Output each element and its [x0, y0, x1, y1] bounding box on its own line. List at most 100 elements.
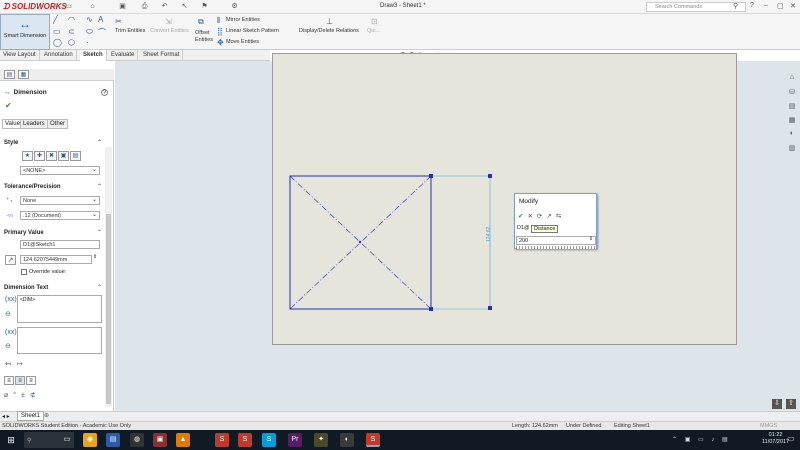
new-file-icon[interactable]: ▭ — [64, 2, 73, 11]
modify-value-input[interactable]: 200 — [516, 236, 596, 245]
property-manager-tab[interactable]: ▦ — [18, 70, 29, 79]
ok-check-icon[interactable]: ✔ — [5, 101, 12, 110]
tab-evaluate[interactable]: Evaluate — [108, 50, 139, 61]
text-icon[interactable]: A — [98, 15, 103, 24]
minimize-icon[interactable]: – — [764, 2, 768, 9]
autodesk-icon[interactable]: ▲ — [176, 433, 190, 447]
undo-icon[interactable]: ↶ — [160, 2, 169, 11]
smart-dimension-button[interactable]: ↔ Smart Dimension — [0, 14, 50, 50]
open-file-icon[interactable]: ⌂ — [88, 2, 97, 11]
units-indicator[interactable]: MMGS — [760, 423, 777, 429]
custom-properties-icon[interactable]: ▥ — [786, 144, 798, 155]
tab-sheet-format[interactable]: Sheet Format — [140, 50, 184, 61]
appearances-icon[interactable]: ◐ — [786, 130, 798, 141]
rebuild-icon[interactable]: ⟳ — [537, 213, 546, 220]
options-icon[interactable]: ⚙ — [230, 2, 239, 11]
line-icon[interactable]: ╱ — [53, 15, 58, 24]
leader-right-icon[interactable]: ↦ — [17, 360, 23, 368]
arc-icon[interactable]: ◠ — [68, 15, 75, 24]
value-spinner-icon[interactable]: ⇕ — [93, 254, 97, 260]
rectangle-icon[interactable]: ▭ — [53, 27, 61, 36]
dimension-text-box-top[interactable]: <DIM> — [17, 295, 102, 323]
save-icon[interactable]: ▣ — [118, 2, 127, 11]
tab-annotation[interactable]: Annotation — [41, 50, 77, 61]
tolerance-type-select[interactable]: None — [20, 196, 100, 205]
align-center-icon[interactable]: ≡ — [15, 376, 25, 385]
leader-left-icon[interactable]: ↤ — [5, 360, 11, 368]
chrome-icon[interactable]: ◉ — [83, 433, 97, 447]
pin-icon[interactable]: ⇩ — [772, 399, 782, 409]
explorer-icon[interactable]: ▤ — [106, 433, 120, 447]
sheet1-tab[interactable]: Sheet1 — [17, 411, 45, 421]
point-icon[interactable]: · — [86, 38, 89, 47]
solidworks-logo[interactable]: ᗪ SOLIDWORKS — [3, 2, 67, 12]
solidworks-resources-icon[interactable]: ⌂ — [786, 74, 798, 85]
tool-icon[interactable]: ✦ — [314, 433, 328, 447]
delete-style-icon[interactable]: ✖ — [46, 151, 57, 161]
offset-entities-icon[interactable]: ⧉ — [198, 17, 204, 27]
tab-other[interactable]: Other — [47, 119, 69, 129]
save-style-icon[interactable]: ▣ — [58, 151, 69, 161]
drawing-sheet[interactable] — [272, 53, 737, 345]
add-sheet-icon[interactable]: ⊕ — [44, 412, 49, 419]
file-explorer-icon[interactable]: ▤ — [786, 102, 798, 113]
style-select[interactable]: <NONE> — [20, 166, 100, 175]
linear-sketch-pattern-button[interactable]: Linear Sketch Pattern — [226, 28, 279, 34]
trim-entities-icon[interactable]: ✂ — [115, 17, 122, 26]
tolerance-header[interactable]: Tolerance/Precision — [4, 184, 61, 190]
slot-icon[interactable]: ⊂ — [68, 27, 75, 36]
github-icon[interactable]: ◍ — [130, 433, 144, 447]
align-left-icon[interactable]: ≡ — [4, 376, 14, 385]
premiere-icon[interactable]: Pr — [288, 433, 302, 447]
design-library-icon[interactable]: ⛁ — [786, 88, 798, 99]
precision-select[interactable]: .12 (Document) — [20, 211, 100, 220]
override-value-checkbox[interactable] — [21, 269, 27, 275]
primary-value-header[interactable]: Primary Value — [4, 230, 44, 236]
modify-thumbwheel[interactable] — [516, 246, 596, 249]
solidworks-app-icon[interactable]: S — [215, 433, 229, 447]
dimension-name-field[interactable]: D1@Sketch1 — [20, 240, 100, 249]
tab-view-layout[interactable]: View Layout — [0, 50, 40, 61]
select-icon[interactable]: ↖ — [180, 2, 189, 11]
dimension-text-box-bottom[interactable] — [17, 327, 102, 354]
expand-icon[interactable]: ⇧ — [786, 399, 796, 409]
style-header[interactable]: Style — [4, 140, 18, 146]
primary-value-field[interactable]: 124.62075449mm — [20, 255, 92, 264]
collapse-icon[interactable]: ⌃ — [97, 284, 102, 291]
print-icon[interactable]: ⎙ — [140, 2, 149, 11]
windows-start-icon[interactable]: ⊞ — [4, 433, 18, 447]
modify-spinner[interactable]: ⇕ — [589, 236, 593, 242]
circle-icon[interactable]: ◯ — [53, 38, 62, 47]
collapse-icon[interactable]: ⌃ — [97, 183, 102, 190]
move-entities-button[interactable]: Move Entities — [226, 39, 259, 45]
quick-snaps-button[interactable]: Qui... — [367, 28, 380, 34]
search-icon[interactable]: ⚲ — [733, 2, 738, 10]
trim-entities-button[interactable]: Trim Entities — [115, 28, 145, 34]
mirror-entities-button[interactable]: Mirror Entities — [226, 17, 260, 23]
collapse-icon[interactable]: ⌃ — [97, 139, 102, 146]
restore-icon[interactable]: ▢ — [777, 2, 784, 10]
collapse-icon[interactable]: ⌃ — [97, 229, 102, 236]
task-view-icon[interactable]: ▭ — [60, 433, 74, 447]
polygon-icon[interactable]: ⬡ — [68, 38, 75, 47]
tab-sketch[interactable]: Sketch — [80, 50, 107, 61]
tab-leaders[interactable]: Leaders — [20, 119, 48, 129]
symbol-buttons[interactable]: ⌀°±⊄ — [4, 391, 41, 399]
close-icon[interactable]: ✕ — [790, 2, 796, 10]
feature-manager-tab[interactable]: ▤ — [4, 70, 15, 79]
search-commands-input[interactable]: Search Commands — [646, 2, 746, 12]
tab-nav-arrows[interactable]: ◂ ▸ — [2, 413, 10, 420]
convert-entities-button[interactable]: Convert Entities — [150, 28, 189, 34]
taskbar-clock[interactable]: 01:22 11/07/2017 — [762, 432, 789, 446]
notifications-icon[interactable]: ▭ — [787, 434, 795, 443]
system-tray-icons[interactable]: ⌃ ▣ ▭ ♪ ▤ — [672, 436, 731, 443]
help-icon[interactable]: ? — [750, 2, 754, 9]
mark-driving-icon[interactable]: ⇆ — [556, 213, 565, 220]
offset-entities-button[interactable]: Offset Entities — [195, 30, 215, 44]
app-icon-2[interactable]: ◐ — [340, 433, 354, 447]
dimension-text-header[interactable]: Dimension Text — [4, 285, 48, 291]
reverse-sense-icon[interactable]: ↗ — [546, 213, 555, 220]
align-right-icon[interactable]: ≡ — [26, 376, 36, 385]
view-palette-icon[interactable]: ▦ — [786, 116, 798, 127]
display-delete-relations-button[interactable]: Display/Delete Relations — [299, 28, 359, 34]
